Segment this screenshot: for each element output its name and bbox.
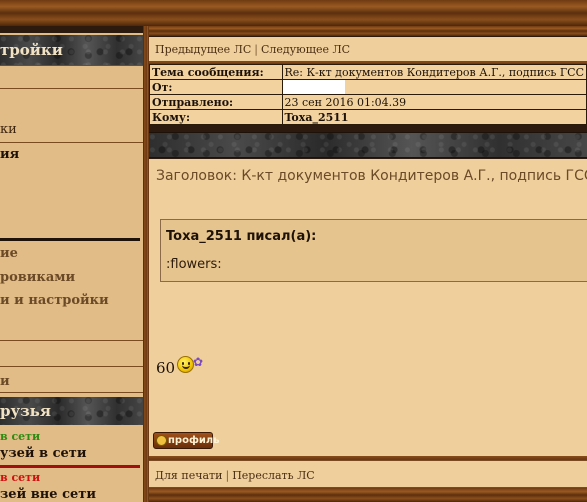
nav-separator: |: [225, 469, 230, 482]
sent-value: 23 сен 2016 01:04.39: [281, 94, 587, 110]
wood-strip-footer: [149, 488, 587, 502]
to-label: Кому:: [149, 109, 283, 125]
sidebar-item-5[interactable]: и и настройки: [0, 293, 146, 309]
quote-text: :flowers:: [166, 257, 222, 272]
redacted-sender: [282, 80, 345, 94]
table-row: Тема сообщения: Re: К-кт документов Конд…: [149, 64, 587, 80]
sidebar-header-settings: тройки: [0, 35, 146, 65]
profile-icon: [156, 435, 167, 446]
table-row: Отправлено: 23 сен 2016 01:04.39: [149, 94, 587, 110]
sidebar: тройки ки ия ие ровиками и и настройки и…: [0, 33, 146, 502]
message-body: [149, 159, 587, 456]
bottom-nav-panel: Для печати | Переслать ЛС: [149, 460, 587, 488]
sidebar-item-6[interactable]: и: [0, 374, 146, 390]
smiley-icon: [177, 356, 194, 373]
sidebar-item-1[interactable]: ки: [0, 122, 146, 138]
sidebar-online-count: в сети: [0, 430, 41, 443]
message-title: Заголовок: К-кт документов Кондитеров А.…: [156, 168, 587, 184]
table-row: От:: [149, 79, 587, 95]
to-value[interactable]: Toxa_2511: [281, 109, 587, 125]
forward-pm-link[interactable]: Переслать ЛС: [232, 469, 315, 482]
table-row: Кому: Toxa_2511: [149, 109, 587, 125]
stone-divider: [149, 132, 587, 158]
sidebar-item-4[interactable]: ровиками: [0, 270, 146, 286]
sidebar-item-3[interactable]: ие: [0, 246, 146, 262]
top-wood-bar: [0, 0, 587, 26]
from-value[interactable]: [281, 79, 587, 95]
profile-button[interactable]: профиль: [153, 432, 220, 449]
sidebar-friends-offline[interactable]: зей вне сети: [0, 487, 146, 502]
message-text: 60: [156, 359, 176, 377]
top-nav-panel: Предыдущее ЛС | Следующее ЛС: [149, 37, 587, 62]
subject-label: Тема сообщения:: [149, 64, 283, 80]
message-info-table: Тема сообщения: Re: К-кт документов Конд…: [149, 64, 587, 125]
quote-author: Toxa_2511 писал(а):: [166, 229, 317, 244]
from-label: От:: [149, 79, 283, 95]
sent-label: Отправлено:: [149, 94, 283, 110]
subject-value: Re: К-кт документов Кондитеров А.Г., под…: [281, 64, 587, 80]
next-pm-link[interactable]: Следующее ЛС: [261, 43, 350, 56]
print-link[interactable]: Для печати: [155, 469, 222, 482]
nav-separator: |: [254, 43, 258, 56]
top-wood-bar-lower: [146, 26, 587, 36]
sidebar-item-2[interactable]: ия: [0, 147, 146, 163]
sidebar-friends-online[interactable]: узей в сети: [0, 446, 146, 462]
prev-pm-link[interactable]: Предыдущее ЛС: [155, 43, 251, 56]
sidebar-header-friends: рузья: [0, 397, 146, 425]
profile-button-label: профиль: [168, 435, 220, 446]
sidebar-offline-count: в сети: [0, 471, 41, 484]
flower-icon: ✿: [193, 355, 204, 369]
